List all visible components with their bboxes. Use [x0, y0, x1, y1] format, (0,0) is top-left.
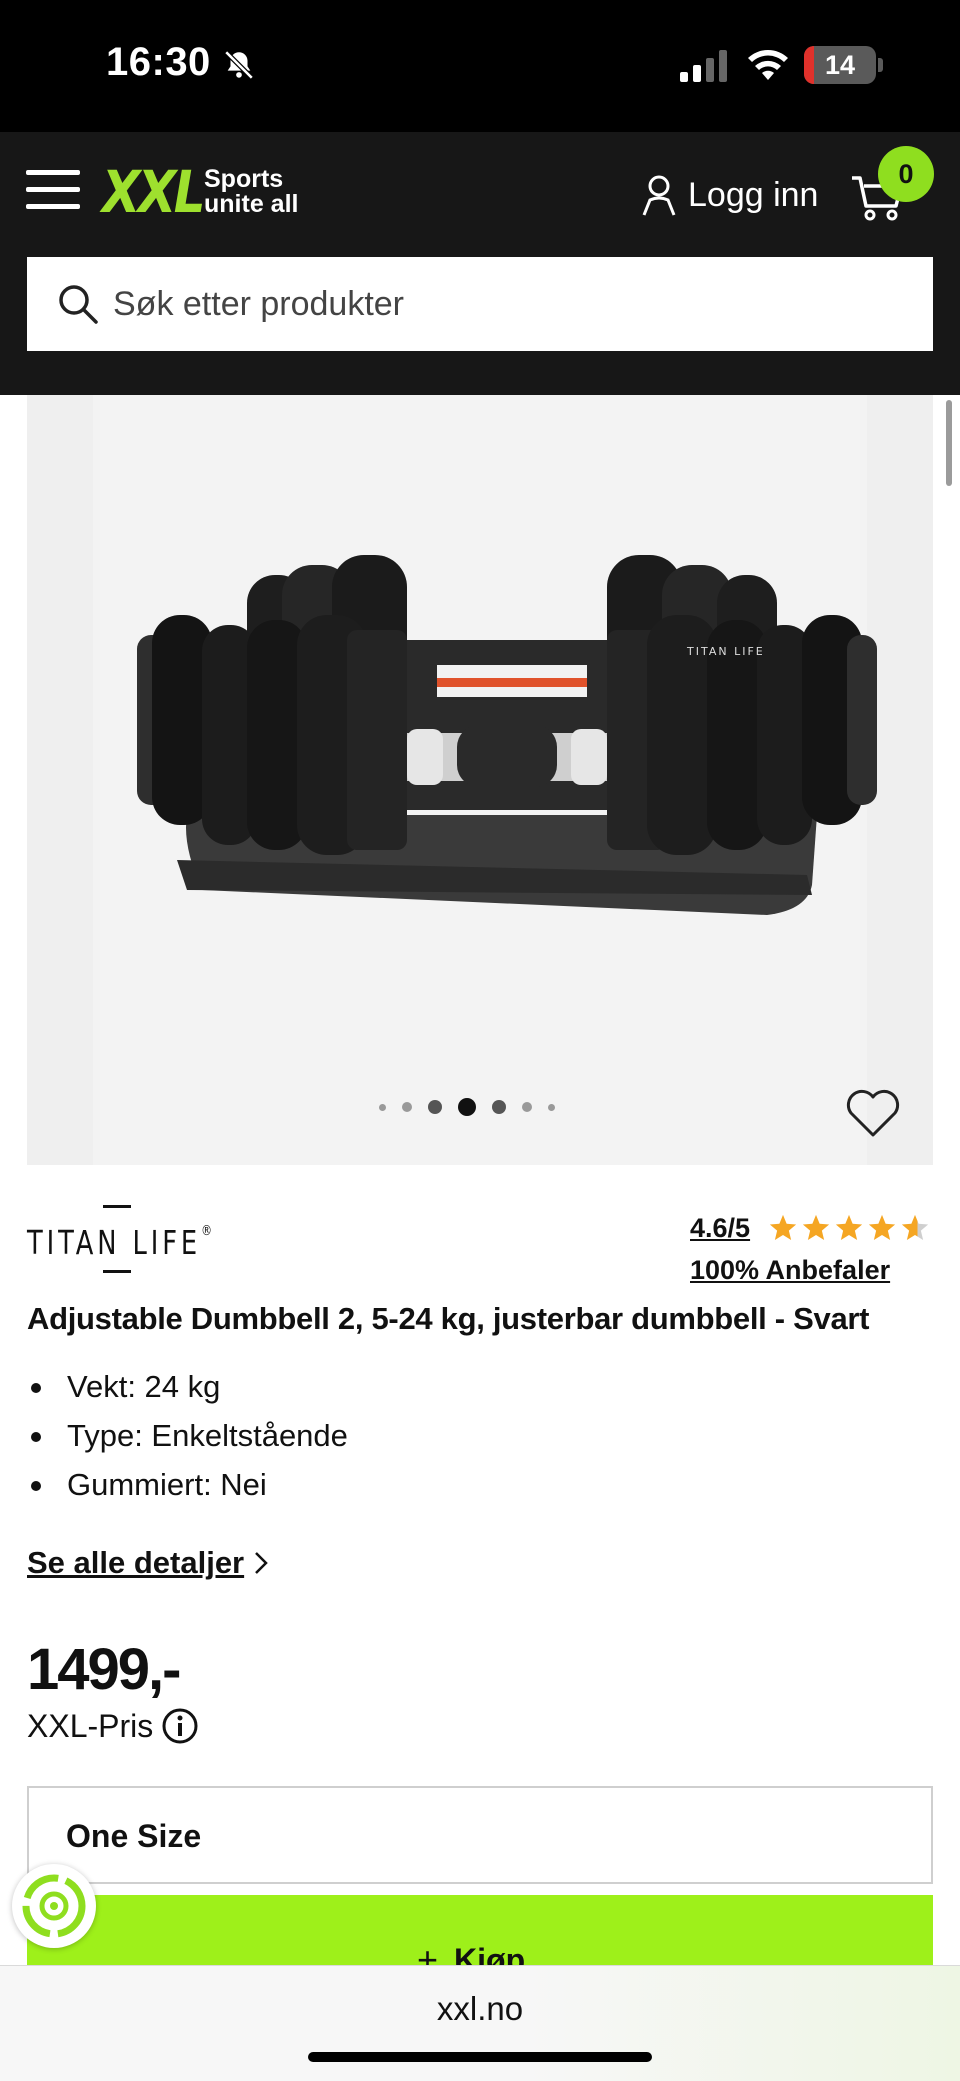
brand-name-text: TITAN LIFE: [27, 1223, 202, 1262]
rating-stars: [768, 1213, 933, 1243]
user-icon: [642, 175, 676, 216]
product-rating[interactable]: 4.6/5 100% Anbefaler: [690, 1213, 929, 1285]
spec-item: Vekt: 24 kg: [27, 1365, 348, 1414]
gallery-pagination[interactable]: [379, 1095, 571, 1119]
star-icon: [769, 1214, 797, 1240]
gallery-dot[interactable]: [548, 1103, 555, 1111]
info-icon[interactable]: [161, 1707, 199, 1745]
brand-bar-bottom: [103, 1270, 131, 1273]
gallery-dot[interactable]: [428, 1100, 442, 1114]
logo-tagline: Sports unite all: [204, 167, 298, 217]
price-label: XXL-Pris: [27, 1707, 199, 1745]
brand-bar-top: [103, 1205, 131, 1208]
brand-name: TITAN LIFE®: [27, 1223, 212, 1262]
cart-count-badge[interactable]: 0: [878, 146, 934, 202]
product-title: Adjustable Dumbbell 2, 5-24 kg, justerba…: [27, 1301, 870, 1336]
spec-item: Gummiert: Nei: [27, 1463, 348, 1512]
site-header: XXL Sports unite all Logg inn 0: [0, 132, 960, 395]
battery-tip: [878, 58, 883, 72]
product-gallery[interactable]: TITAN LIFE: [27, 395, 933, 1165]
search-icon: [59, 285, 98, 324]
login-label: Logg inn: [688, 175, 819, 214]
star-icon: [868, 1214, 896, 1240]
gallery-dot-active[interactable]: [458, 1098, 476, 1116]
brand-registered-mark: ®: [201, 1223, 213, 1239]
product-price: 1499,-: [27, 1637, 181, 1702]
product-specs: Vekt: 24 kg Type: Enkeltstående Gummiert…: [27, 1365, 348, 1512]
login-button[interactable]: Logg inn: [642, 170, 818, 220]
hamburger-line: [26, 187, 80, 192]
product-image: TITAN LIFE: [137, 555, 877, 915]
logo-tagline-line1: Sports: [204, 165, 284, 193]
search-bar[interactable]: [27, 257, 933, 351]
recycle-badge-icon[interactable]: [12, 1864, 96, 1948]
gallery-dot[interactable]: [379, 1103, 386, 1111]
status-time: 16:30: [106, 40, 211, 84]
spec-item: Type: Enkeltstående: [27, 1414, 348, 1463]
gallery-dot[interactable]: [402, 1102, 412, 1112]
status-bar: 16:30 14: [0, 0, 960, 132]
gallery-dot[interactable]: [522, 1102, 532, 1112]
details-link-label: Se alle detaljer: [27, 1545, 245, 1580]
search-input[interactable]: [113, 284, 893, 324]
price-label-text: XXL-Pris: [27, 1707, 154, 1744]
wifi-icon: [748, 50, 788, 80]
buy-label-text: Kjøp: [454, 1941, 526, 1966]
hamburger-line: [26, 204, 80, 209]
gallery-dot[interactable]: [492, 1100, 506, 1114]
see-all-details-link[interactable]: Se alle detaljer: [27, 1545, 268, 1581]
size-selector[interactable]: One Size: [27, 1786, 933, 1884]
chevron-right-icon: [255, 1552, 268, 1574]
battery-icon: 14: [804, 46, 876, 84]
star-icon: [901, 1214, 929, 1240]
url-field[interactable]: xxl.no: [0, 1990, 960, 2028]
star-icon: [835, 1214, 863, 1240]
menu-button[interactable]: [26, 168, 82, 212]
size-value: One Size: [66, 1818, 202, 1854]
buy-button[interactable]: + Kjøp: [27, 1895, 933, 1965]
battery-level: 14: [824, 50, 856, 80]
svg-text:TITAN LIFE: TITAN LIFE: [686, 645, 765, 658]
heart-icon[interactable]: [845, 1089, 901, 1139]
rating-score[interactable]: 4.6/5: [690, 1213, 750, 1243]
bell-off-icon: [224, 50, 254, 80]
plus-icon: +: [417, 1939, 439, 1965]
brand-logo[interactable]: TITAN LIFE®: [27, 1205, 227, 1273]
recommend-percentage[interactable]: 100% Anbefaler: [690, 1255, 890, 1286]
logo-tagline-line2: unite all: [204, 190, 299, 218]
hamburger-line: [26, 170, 80, 175]
browser-bottom-bar: xxl.no: [0, 1965, 960, 2081]
star-icon: [802, 1214, 830, 1240]
buy-label: + Kjøp: [417, 1939, 525, 1965]
logo-wordmark: XXL: [102, 158, 206, 226]
xxl-logo[interactable]: XXL Sports unite all: [102, 158, 298, 226]
home-indicator[interactable]: [308, 2052, 652, 2062]
signal-icon: [680, 50, 727, 82]
page-scrollbar[interactable]: [946, 400, 952, 486]
